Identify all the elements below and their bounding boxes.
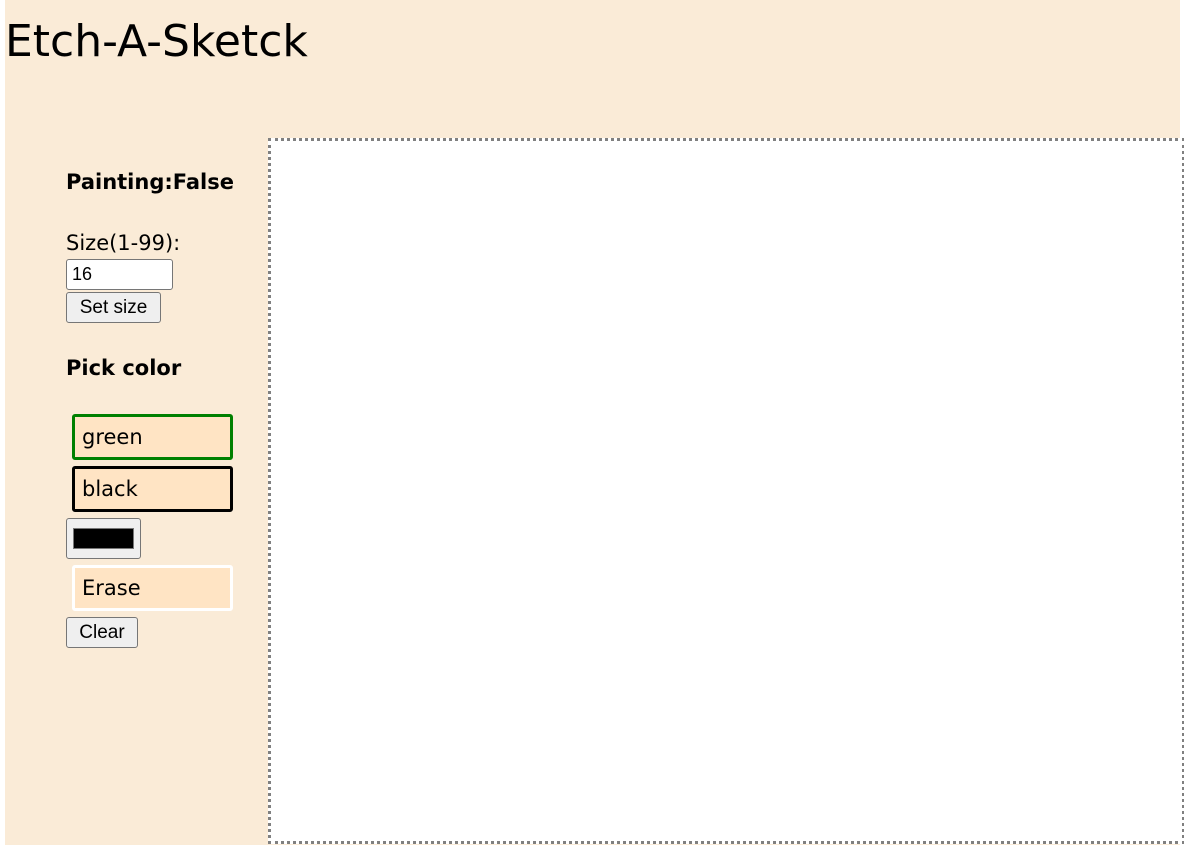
black-color-button[interactable]: black [72, 466, 233, 512]
color-swatch [73, 528, 134, 549]
size-input[interactable] [66, 259, 173, 290]
erase-button[interactable]: Erase [72, 565, 233, 611]
size-label: Size(1-99): [66, 231, 181, 255]
painting-status: Painting:False [66, 170, 234, 194]
green-color-button[interactable]: green [72, 414, 233, 460]
set-size-button[interactable]: Set size [66, 292, 161, 323]
clear-button[interactable]: Clear [66, 617, 138, 648]
app-title: Etch-A-Sketck [5, 16, 308, 67]
page: Etch-A-Sketck Painting:False Size(1-99):… [5, 0, 1184, 845]
pick-color-heading: Pick color [66, 356, 182, 380]
color-picker[interactable] [66, 518, 141, 559]
sketch-canvas[interactable] [268, 138, 1184, 844]
